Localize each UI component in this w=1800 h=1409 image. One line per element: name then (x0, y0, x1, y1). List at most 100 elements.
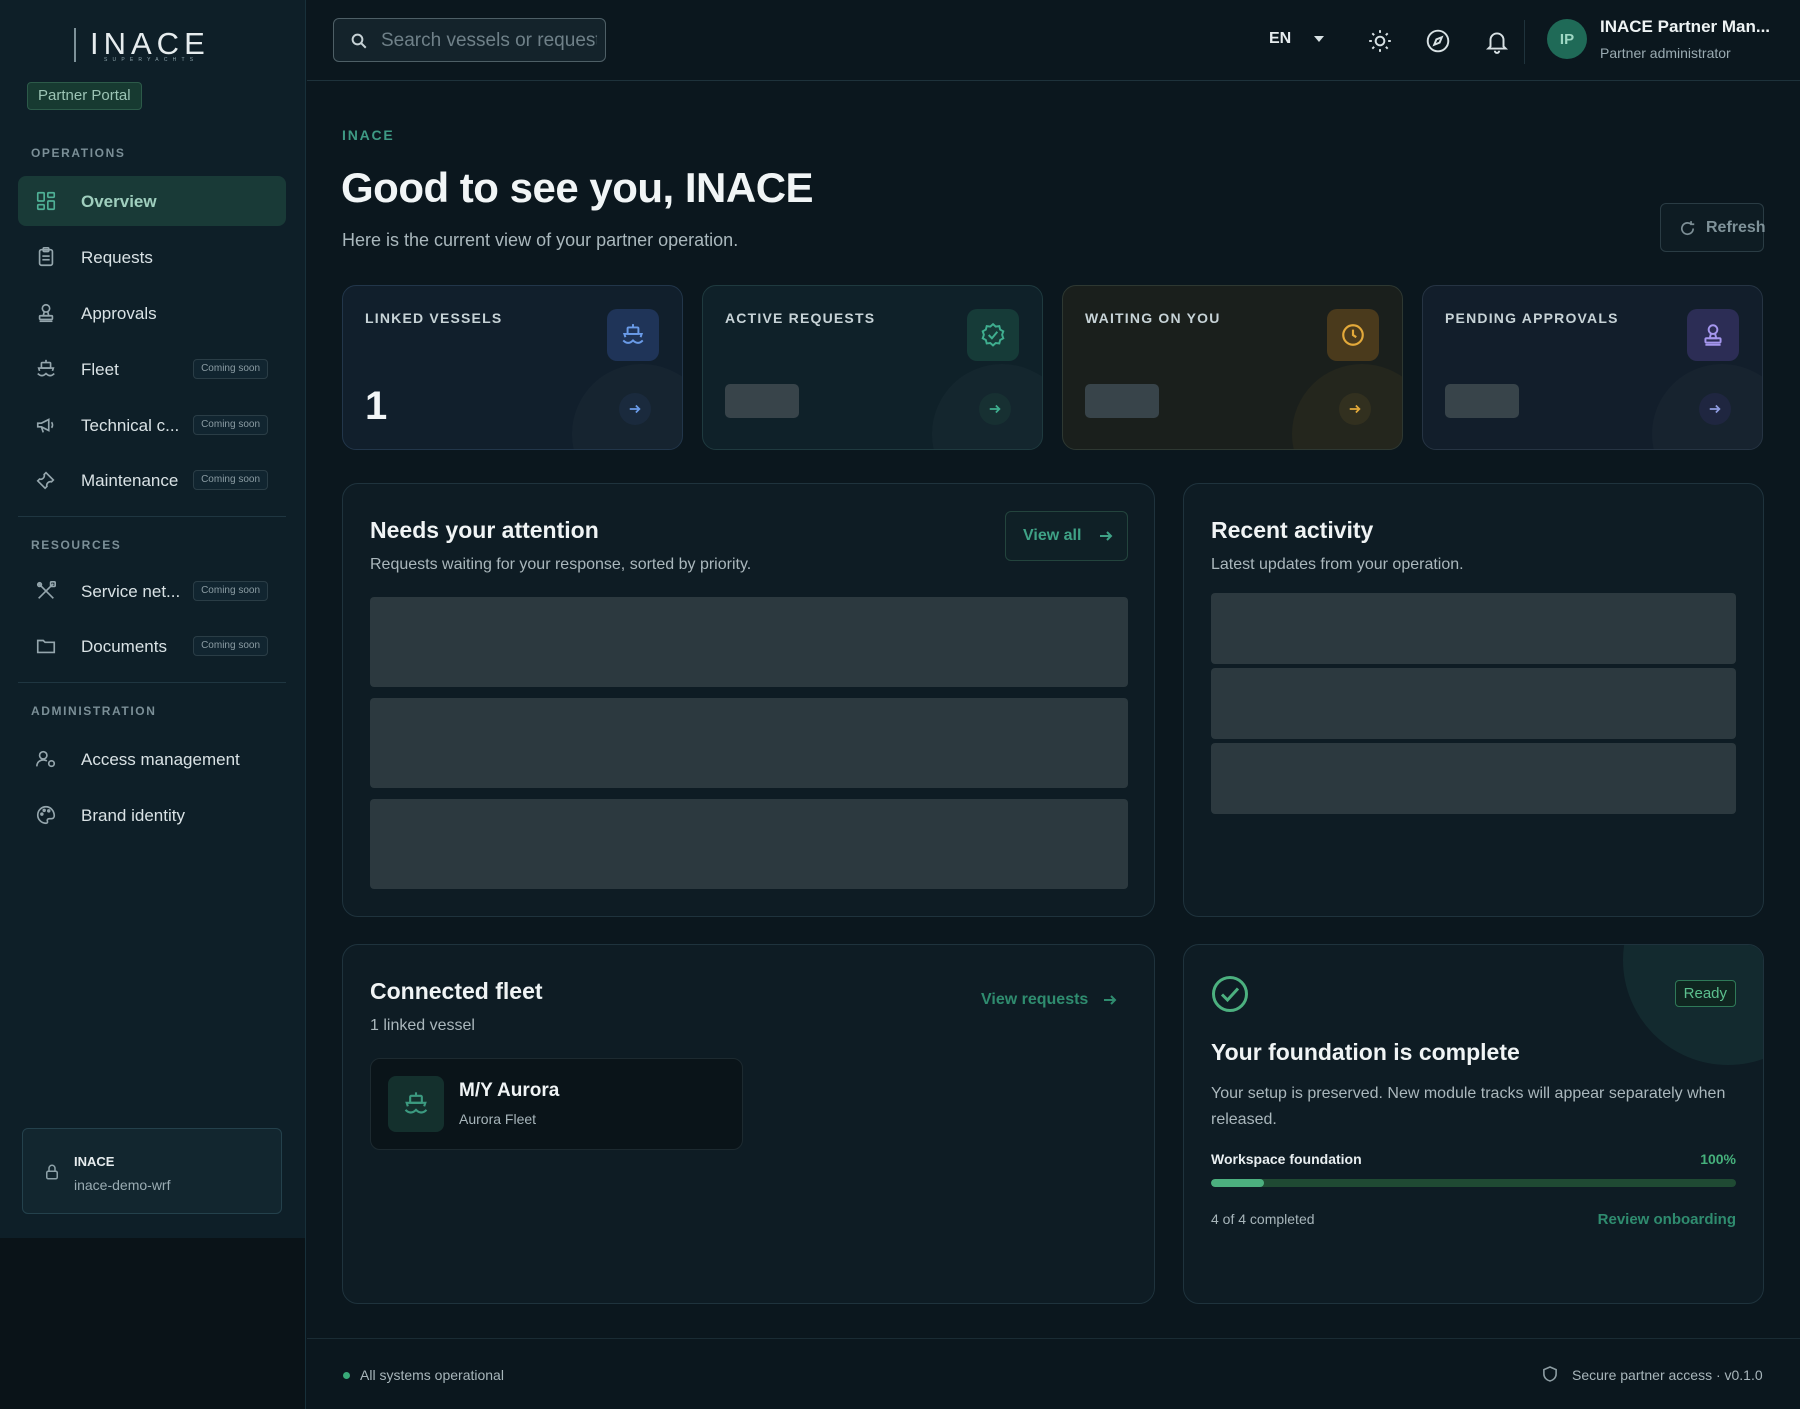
clock-icon (1327, 309, 1379, 361)
sidebar-item-service-network[interactable]: Service net... Coming soon (18, 566, 286, 616)
search-input[interactable] (381, 27, 597, 55)
sidebar-item-documents[interactable]: Documents Coming soon (18, 621, 286, 671)
section-label-resources: RESOURCES (31, 538, 122, 552)
stat-label: PENDING APPROVALS (1445, 310, 1619, 326)
caret-down-icon[interactable] (1313, 35, 1325, 43)
refresh-button[interactable]: Refresh (1660, 203, 1766, 252)
tenant-name: INACE (74, 1154, 115, 1169)
panel-title: Recent activity (1211, 517, 1374, 543)
shield-icon (1543, 1366, 1557, 1382)
progress-percent: 100% (1700, 1151, 1736, 1167)
sidebar-item-brand-identity[interactable]: Brand identity (18, 790, 286, 840)
compass-icon[interactable] (1425, 28, 1451, 54)
brand-logo[interactable]: INACE SUPERYACHTS (74, 24, 214, 68)
loading-row (370, 799, 1128, 889)
page-eyebrow: INACE (342, 127, 395, 143)
stat-card-waiting-on-you[interactable]: WAITING ON YOU (1062, 285, 1403, 450)
lock-icon (43, 1162, 61, 1182)
tenant-card[interactable]: INACE inace-demo-wrf (22, 1128, 282, 1214)
sun-icon[interactable] (1367, 28, 1393, 54)
progress-count: 4 of 4 completed (1211, 1211, 1315, 1227)
page-title: Good to see you, INACE (341, 164, 814, 211)
wrench-icon (35, 469, 57, 491)
tools-icon (35, 580, 57, 602)
sidebar-item-fleet[interactable]: Fleet Coming soon (18, 344, 286, 394)
sidebar-item-access-management[interactable]: Access management (18, 734, 286, 784)
palette-icon (35, 804, 57, 826)
language-selector[interactable]: EN (1269, 30, 1291, 48)
sidebar-item-maintenance[interactable]: Maintenance Coming soon (18, 455, 286, 505)
portal-badge: Partner Portal (27, 82, 142, 110)
topbar: EN IP INACE Partner Man... Partner admin… (307, 0, 1800, 81)
progress-label: Workspace foundation (1211, 1151, 1362, 1167)
avatar[interactable]: IP (1547, 19, 1587, 59)
foundation-panel: Ready Your foundation is complete Your s… (1183, 944, 1764, 1304)
sidebar-item-technical[interactable]: Technical c... Coming soon (18, 400, 286, 450)
user-name[interactable]: INACE Partner Man... (1600, 17, 1770, 37)
view-requests-link[interactable]: View requests (981, 991, 1131, 1015)
user-gear-icon (35, 748, 57, 770)
arrow-right-icon[interactable] (1699, 393, 1731, 425)
stamp-icon (1687, 309, 1739, 361)
loading-row (370, 698, 1128, 788)
stat-label: ACTIVE REQUESTS (725, 310, 876, 326)
status-badge: Ready (1674, 980, 1736, 1007)
secure-text: Secure partner access · v0.1.0 (1572, 1367, 1763, 1383)
loading-row (1211, 743, 1736, 814)
panel-title: Connected fleet (370, 978, 543, 1004)
badge-check-icon (967, 309, 1019, 361)
fleet-panel: Connected fleet 1 linked vessel View req… (342, 944, 1155, 1304)
sidebar-item-label: Maintenance (81, 471, 179, 490)
sidebar-item-label: Technical c... (81, 416, 180, 435)
footer: All systems operational Secure partner a… (307, 1338, 1800, 1409)
page-subtitle: Here is the current view of your partner… (342, 230, 739, 250)
loading-row (1211, 668, 1736, 739)
progress-fill (1211, 1179, 1264, 1187)
bell-icon[interactable] (1484, 28, 1510, 54)
ship-icon (607, 309, 659, 361)
stat-value: 1 (365, 384, 388, 428)
status-dot (343, 1372, 350, 1379)
view-requests-label: View requests (981, 991, 1089, 1008)
stat-label: WAITING ON YOU (1085, 310, 1221, 326)
arrow-right-icon[interactable] (1339, 393, 1371, 425)
stat-value-loading (725, 384, 799, 418)
review-onboarding-link[interactable]: Review onboarding (1598, 1211, 1736, 1228)
ship-icon (35, 358, 57, 380)
sidebar-item-requests[interactable]: Requests (18, 232, 286, 282)
clipboard-icon (35, 246, 57, 268)
stat-card-pending-approvals[interactable]: PENDING APPROVALS (1422, 285, 1763, 450)
coming-soon-badge: Coming soon (193, 415, 268, 435)
loading-row (1211, 593, 1736, 664)
vessel-card[interactable]: M/Y Aurora Aurora Fleet (370, 1058, 743, 1150)
search-icon (350, 32, 368, 50)
stat-value-loading (1085, 384, 1159, 418)
stat-card-active-requests[interactable]: ACTIVE REQUESTS (702, 285, 1043, 450)
search-box[interactable] (333, 18, 606, 62)
refresh-label: Refresh (1706, 219, 1766, 236)
sidebar-item-label: Brand identity (81, 806, 185, 825)
sidebar-divider (18, 682, 286, 683)
user-role: Partner administrator (1600, 45, 1731, 61)
coming-soon-badge: Coming soon (193, 470, 268, 490)
sidebar-divider (18, 516, 286, 517)
panel-subtitle: Requests waiting for your response, sort… (370, 556, 752, 573)
sidebar-item-label: Service net... (81, 582, 181, 601)
topbar-divider (1524, 20, 1525, 64)
activity-panel: Recent activity Latest updates from your… (1183, 483, 1764, 917)
vessel-fleet: Aurora Fleet (459, 1111, 537, 1127)
arrow-right-icon[interactable] (619, 393, 651, 425)
section-label-administration: ADMINISTRATION (31, 704, 157, 718)
sidebar-item-approvals[interactable]: Approvals (18, 288, 286, 338)
coming-soon-badge: Coming soon (193, 359, 268, 379)
arrow-right-icon (1098, 528, 1114, 544)
attention-panel: Needs your attention Requests waiting fo… (342, 483, 1155, 917)
stat-card-linked-vessels[interactable]: LINKED VESSELS 1 (342, 285, 683, 450)
sidebar-item-label: Fleet (81, 360, 119, 379)
sidebar-item-overview[interactable]: Overview (18, 176, 286, 226)
progress-bar (1211, 1179, 1736, 1187)
sidebar-item-label: Access management (81, 750, 240, 769)
arrow-right-icon[interactable] (979, 393, 1011, 425)
view-all-button[interactable]: View all (1005, 511, 1128, 561)
view-all-label: View all (1023, 527, 1082, 544)
